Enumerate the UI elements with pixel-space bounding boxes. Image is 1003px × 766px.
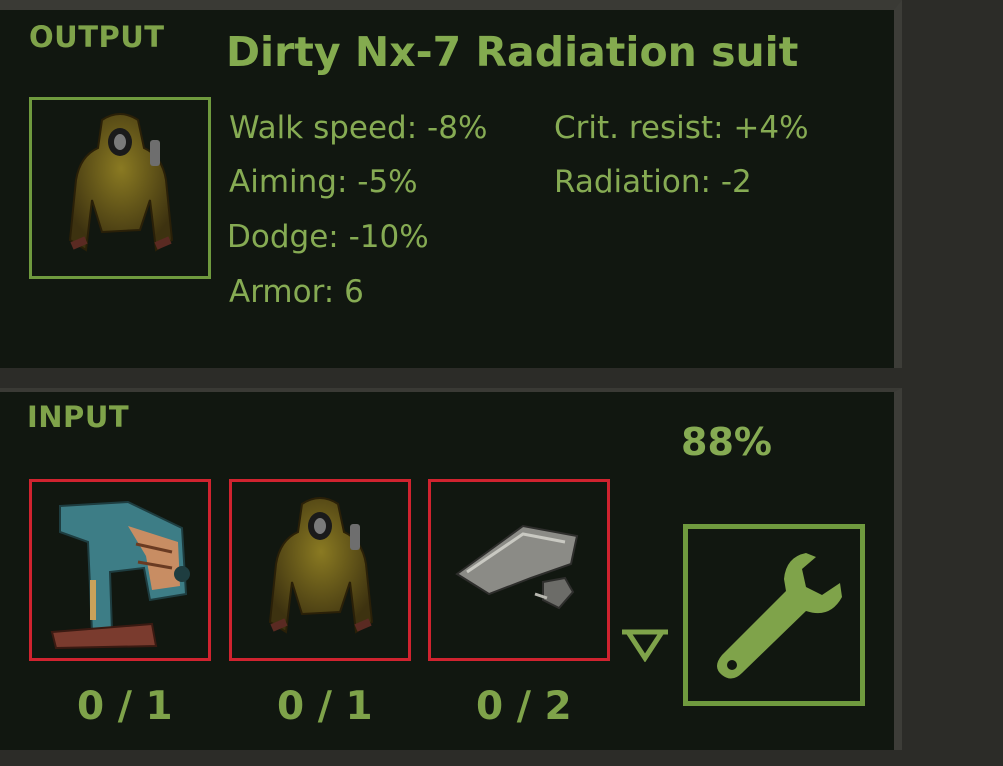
output-item-name: Dirty Nx-7 Radiation suit xyxy=(226,28,799,76)
stat-walk-speed: Walk speed: -8% xyxy=(229,110,488,146)
input-section-label: INPUT xyxy=(27,400,130,434)
input-count-metal-scrap: 0 / 2 xyxy=(476,684,572,729)
input-slot-sewing-machine[interactable] xyxy=(29,479,211,661)
metal-scrap-icon xyxy=(455,524,579,610)
stat-crit-resist: Crit. resist: +4% xyxy=(554,110,809,146)
output-section-label: OUTPUT xyxy=(29,20,165,54)
input-count-sewing-machine: 0 / 1 xyxy=(77,684,173,729)
craft-success-chance: 88% xyxy=(681,420,772,464)
stat-radiation: Radiation: -2 xyxy=(554,164,752,200)
input-slot-metal-scrap[interactable] xyxy=(428,479,610,661)
input-count-radiation-suit: 0 / 1 xyxy=(277,684,373,729)
input-slot-radiation-suit[interactable] xyxy=(229,479,411,661)
triangle-down-icon xyxy=(622,629,668,662)
stat-aiming: Aiming: -5% xyxy=(229,164,418,200)
stat-dodge: Dodge: -10% xyxy=(227,219,429,255)
stat-armor: Armor: 6 xyxy=(229,274,364,310)
sewing-machine-icon xyxy=(50,500,190,650)
radiation-suit-icon xyxy=(268,497,374,634)
radiation-suit-icon xyxy=(68,113,174,252)
craft-button[interactable] xyxy=(683,524,865,706)
wrench-icon xyxy=(717,553,842,679)
output-item-slot[interactable] xyxy=(29,97,211,279)
